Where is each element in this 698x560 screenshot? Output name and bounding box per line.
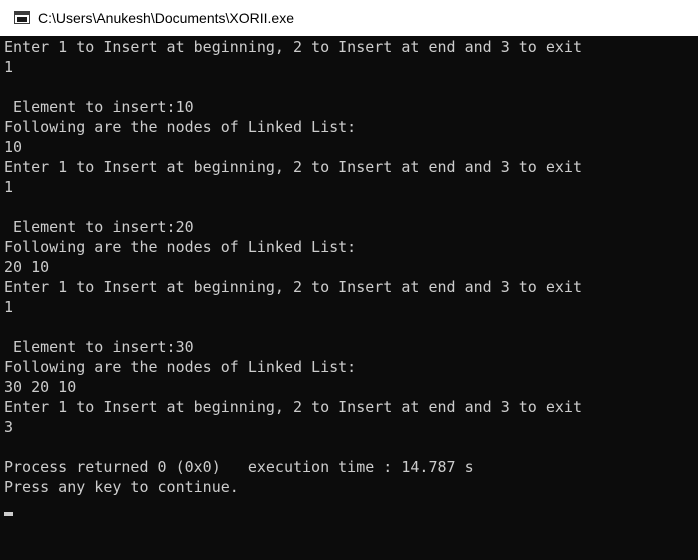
console-line-list-values-1: 10 <box>4 138 23 156</box>
console-line-list-values-2: 20 10 <box>4 258 50 276</box>
console-line-list-header-1: Following are the nodes of Linked List: <box>4 118 357 136</box>
console-line-list-values-3: 30 20 10 <box>4 378 77 396</box>
console-line-input-4: 3 <box>4 418 14 436</box>
console-window: C:\Users\Anukesh\Documents\XORII.exe Ent… <box>0 0 698 560</box>
console-line-blank-3 <box>4 317 582 337</box>
console-line-input-2: 1 <box>4 178 14 196</box>
console-line-input-1: 1 <box>4 58 14 76</box>
console-line-element-prompt-1: Element to insert:10 <box>4 98 194 116</box>
console-line-process-returned: Process returned 0 (0x0) execution time … <box>4 458 474 476</box>
console-line-input-3: 1 <box>4 298 14 316</box>
console-line-prompt-2: Enter 1 to Insert at beginning, 2 to Ins… <box>4 158 582 176</box>
text-cursor <box>4 512 13 516</box>
console-line-list-header-3: Following are the nodes of Linked List: <box>4 358 357 376</box>
console-lines: Enter 1 to Insert at beginning, 2 to Ins… <box>4 37 582 497</box>
console-line-press-any-key: Press any key to continue. <box>4 478 239 496</box>
console-line-element-prompt-2: Element to insert:20 <box>4 218 194 236</box>
console-output-area[interactable]: Enter 1 to Insert at beginning, 2 to Ins… <box>0 36 698 560</box>
console-line-blank-4 <box>4 437 582 457</box>
title-bar[interactable]: C:\Users\Anukesh\Documents\XORII.exe <box>0 0 698 36</box>
console-line-element-prompt-3: Element to insert:30 <box>4 338 194 356</box>
console-window-icon[interactable] <box>14 11 30 24</box>
console-line-prompt-3: Enter 1 to Insert at beginning, 2 to Ins… <box>4 278 582 296</box>
console-line-prompt-4: Enter 1 to Insert at beginning, 2 to Ins… <box>4 398 582 416</box>
console-line-blank-1 <box>4 77 582 97</box>
console-line-prompt-1: Enter 1 to Insert at beginning, 2 to Ins… <box>4 38 582 56</box>
console-line-list-header-2: Following are the nodes of Linked List: <box>4 238 357 256</box>
console-line-blank-2 <box>4 197 582 217</box>
window-title: C:\Users\Anukesh\Documents\XORII.exe <box>38 10 294 26</box>
